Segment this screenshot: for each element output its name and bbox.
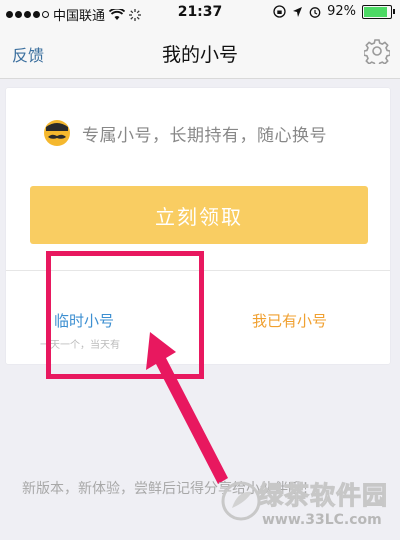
nav-bar: 反馈 我的小号 — [0, 26, 400, 79]
promo-row: 专属小号，长期持有，随心换号 — [42, 118, 327, 148]
promo-text: 专属小号，长期持有，随心换号 — [82, 125, 327, 146]
status-right: 92% — [273, 4, 395, 19]
location-icon — [293, 6, 303, 17]
mask-mustache-icon — [44, 120, 70, 146]
site-watermark: 绿茶软件园 www.33LC.com — [218, 474, 394, 536]
battery-icon — [362, 4, 395, 19]
watermark-logo-icon — [221, 481, 261, 521]
status-bar: 中国联通 21:37 92% — [0, 0, 400, 26]
watermark-url: www.33LC.com — [262, 512, 382, 528]
already-have-number-option[interactable]: 我已有小号 — [252, 310, 327, 331]
battery-percent: 92% — [327, 4, 356, 19]
alarm-icon — [309, 6, 321, 18]
battery-fill — [364, 6, 388, 17]
gear-icon[interactable] — [364, 38, 390, 64]
watermark-name: 绿茶软件园 — [257, 481, 389, 511]
rotation-lock-icon — [273, 5, 286, 18]
highlight-box — [46, 251, 204, 379]
claim-now-button[interactable]: 立刻领取 — [30, 186, 368, 244]
page-title: 我的小号 — [161, 44, 238, 66]
